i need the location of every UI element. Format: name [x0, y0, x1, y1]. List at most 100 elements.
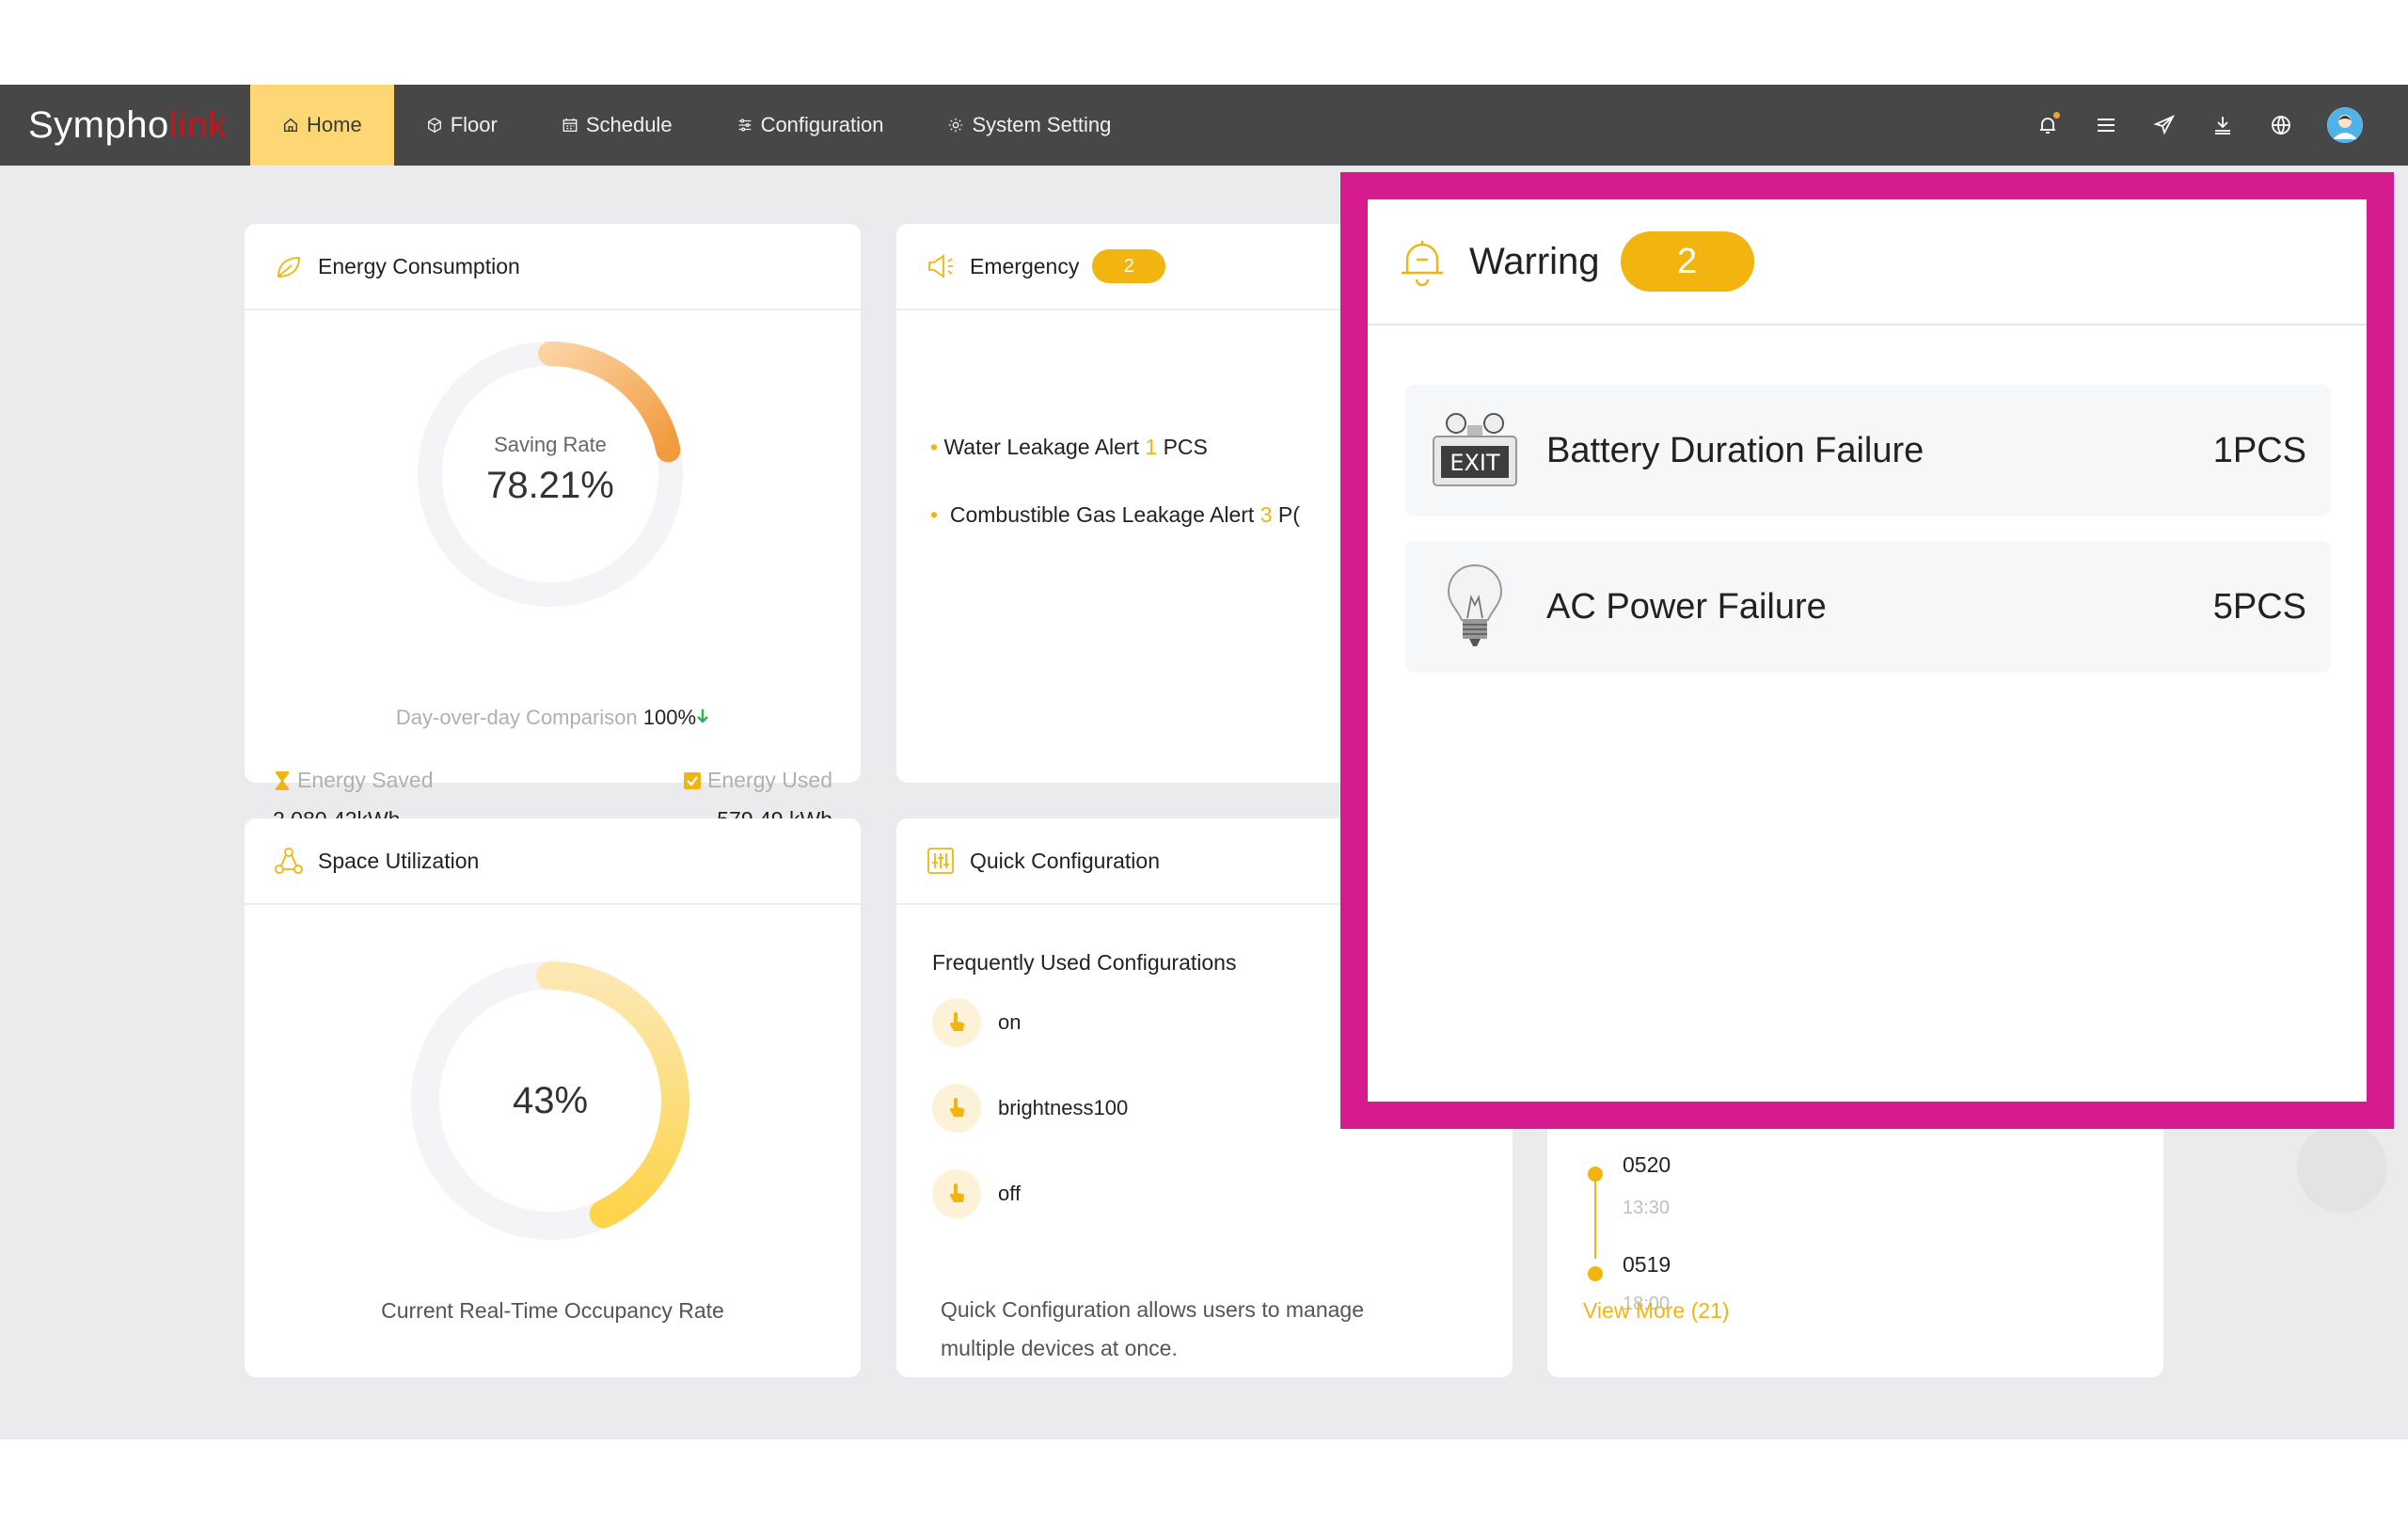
comparison-row: Day-over-day Comparison 100% — [245, 706, 861, 730]
warring-item-count: 5PCS — [2212, 586, 2306, 627]
comparison-label: Day-over-day Comparison — [395, 706, 638, 729]
light-bulb-icon — [1447, 564, 1503, 646]
nav-item-configuration[interactable]: Configuration — [705, 85, 916, 166]
brand-part2: link — [168, 103, 228, 146]
arrow-down-icon — [697, 709, 708, 723]
tap-icon — [932, 1169, 981, 1218]
main-nav: Home Floor Schedule Configuration System… — [250, 85, 1143, 166]
quick-item-off[interactable]: off — [932, 1169, 1021, 1218]
nav-label-schedule: Schedule — [585, 113, 673, 136]
warring-item-title: Battery Duration Failure — [1546, 430, 1925, 470]
download-icon[interactable] — [2210, 113, 2235, 137]
bell-icon — [1402, 241, 1443, 287]
quick-item-brightness100[interactable]: brightness100 — [932, 1084, 1128, 1133]
brand-part1: Sympho — [28, 103, 169, 146]
warring-item-ac-power[interactable]: AC Power Failure 5PCS — [1405, 541, 2331, 673]
avatar[interactable] — [2327, 107, 2363, 143]
nav-label-configuration: Configuration — [760, 113, 884, 136]
space-card-title: Space Utilization — [318, 848, 480, 873]
warring-item-title: AC Power Failure — [1546, 586, 1827, 627]
occupancy-value: 43% — [512, 1080, 589, 1121]
exit-sign-text: EXIT — [1450, 450, 1500, 476]
gauge-label: Saving Rate — [494, 433, 607, 456]
gear-icon — [949, 118, 963, 133]
timeline-dot — [1588, 1167, 1603, 1182]
sliders-icon — [738, 119, 751, 132]
timeline-item-name[interactable]: 0519 — [1623, 1252, 1671, 1278]
exit-sign-icon: EXIT — [1433, 413, 1517, 486]
notification-dot — [2053, 112, 2060, 119]
view-more-link[interactable]: View More (21) — [1583, 1298, 1730, 1324]
cube-icon — [427, 118, 441, 133]
equalizer-icon — [927, 848, 954, 874]
energy-saved-label: Energy Saved — [297, 768, 434, 792]
warring-item-battery[interactable]: EXIT Battery Duration Failure 1PCS — [1405, 385, 2331, 516]
quick-desc-line1: Quick Configuration allows users to mana… — [941, 1297, 1365, 1322]
tap-icon — [932, 998, 981, 1047]
nodes-icon — [275, 848, 303, 874]
quick-desc-line2: multiple devices at once. — [941, 1336, 1178, 1360]
warring-title: Warring — [1469, 240, 1600, 282]
emergency-item-0[interactable]: • Water Leakage Alert 1 PCS — [930, 435, 1208, 460]
megaphone-icon — [928, 254, 953, 278]
nav-item-schedule[interactable]: Schedule — [530, 85, 705, 166]
quick-item-label: on — [998, 1010, 1022, 1034]
energy-card-title: Energy Consumption — [318, 253, 520, 278]
bell-icon[interactable] — [2036, 112, 2060, 137]
emergency-item-label: Combustible Gas Leakage Alert — [949, 502, 1255, 527]
top-navbar: Sympho link Home Floor Schedule Configura… — [0, 85, 2408, 166]
nav-item-floor[interactable]: Floor — [394, 85, 530, 166]
tap-icon — [932, 1084, 981, 1133]
nav-item-system-setting[interactable]: System Setting — [915, 85, 1143, 166]
space-card-header: Space Utilization — [245, 818, 861, 905]
quick-subtitle: Frequently Used Configurations — [932, 950, 1237, 975]
energy-card-header: Energy Consumption — [245, 224, 861, 310]
emergency-count-badge: 2 — [1092, 249, 1166, 283]
quick-item-on[interactable]: on — [932, 998, 1021, 1047]
quick-item-label: off — [998, 1182, 1022, 1205]
emergency-item-unit: PCS — [1163, 435, 1208, 459]
nav-label-floor: Floor — [450, 113, 498, 136]
emergency-card-title: Emergency — [970, 253, 1080, 278]
timeline-item-time: 13:30 — [1623, 1198, 1671, 1218]
brand-logo[interactable]: Sympho link — [0, 85, 250, 166]
nav-label-home: Home — [307, 113, 362, 136]
menu-icon[interactable] — [2094, 113, 2118, 137]
warring-header: Warring 2 — [1368, 199, 2367, 325]
calendar-icon — [562, 118, 578, 132]
timeline-line — [1594, 1176, 1596, 1259]
energy-saved-label-row: Energy Saved — [273, 768, 433, 793]
globe-icon[interactable] — [2269, 113, 2293, 137]
checkbox-icon — [684, 771, 702, 789]
timeline-dot — [1588, 1266, 1603, 1281]
emergency-item-1[interactable]: • Combustible Gas Leakage Alert 3 P( — [930, 502, 1300, 528]
emergency-item-count: 3 — [1259, 502, 1273, 527]
bullet-dot: • — [930, 502, 939, 527]
gauge-value: 78.21% — [486, 465, 614, 506]
nav-label-system-setting: System Setting — [972, 113, 1112, 136]
hourglass-icon — [276, 770, 289, 790]
energy-consumption-card: Energy Consumption Saving Rate 78.21% Da… — [245, 224, 861, 832]
occupancy-caption: Current Real-Time Occupancy Rate — [381, 1298, 724, 1323]
nav-right-tools — [2036, 85, 2363, 166]
floating-side-button[interactable] — [2297, 1122, 2387, 1213]
quick-item-label: brightness100 — [998, 1096, 1129, 1119]
warring-item-count: 1PCS — [2212, 430, 2306, 470]
bullet-dot: • — [930, 435, 939, 459]
send-icon[interactable] — [2152, 113, 2177, 137]
energy-used-label: Energy Used — [707, 768, 832, 792]
space-utilization-card: Space Utilization 43% Current Real-Time … — [245, 818, 861, 1377]
nav-item-home[interactable]: Home — [250, 85, 394, 166]
energy-used-label-row: Energy Used — [683, 768, 832, 793]
warring-panel: Warring 2 EXIT Battery Duration Failure … — [1340, 172, 2394, 1129]
emergency-item-count: 1 — [1145, 435, 1158, 459]
comparison-value: 100% — [642, 706, 697, 729]
quick-card-title: Quick Configuration — [970, 848, 1160, 873]
app-root: Sympho link Home Floor Schedule Configura… — [0, 85, 2408, 1439]
timeline-item-name[interactable]: 0520 — [1623, 1152, 1671, 1178]
leaf-icon — [277, 257, 300, 278]
home-icon — [283, 118, 298, 133]
emergency-item-label: Water Leakage Alert — [943, 435, 1139, 459]
emergency-item-unit: P( — [1277, 502, 1300, 527]
warring-count-badge: 2 — [1620, 231, 1754, 292]
